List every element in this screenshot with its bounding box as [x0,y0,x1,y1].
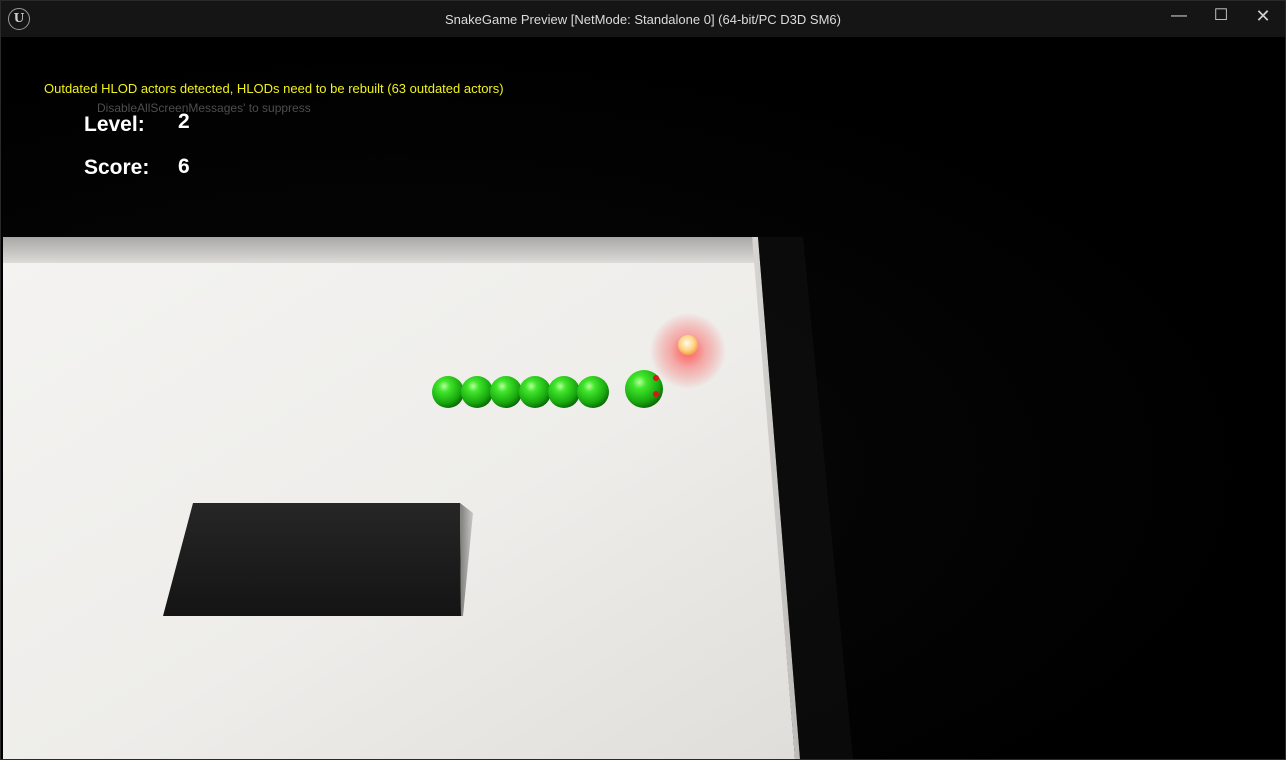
snake-segment [490,376,522,408]
snake-eye-bottom [653,391,659,397]
snake-segment [432,376,464,408]
arena-back-wall [3,237,755,263]
game-viewport[interactable]: Outdated HLOD actors detected, HLODs nee… [3,37,1285,759]
snake-segment [519,376,551,408]
snake-segment [548,376,580,408]
snake-eye-top [653,375,659,381]
level-label: Level: [84,113,145,136]
close-button[interactable]: ✕ [1242,1,1284,33]
minimize-button[interactable]: — [1158,1,1200,33]
game-scene [3,237,853,759]
snake-segment [461,376,493,408]
snake-segment [577,376,609,408]
floor-pit [163,503,461,616]
level-value: 2 [178,110,190,133]
score-value: 6 [178,155,190,178]
maximize-button[interactable]: ☐ [1200,1,1242,33]
score-label: Score: [84,156,150,179]
window-title: SnakeGame Preview [NetMode: Standalone 0… [445,12,841,27]
game-window: U SnakeGame Preview [NetMode: Standalone… [0,0,1286,760]
hlod-warning-message: Outdated HLOD actors detected, HLODs nee… [44,81,504,96]
food-orb [678,335,698,355]
title-bar[interactable]: U SnakeGame Preview [NetMode: Standalone… [1,1,1285,37]
